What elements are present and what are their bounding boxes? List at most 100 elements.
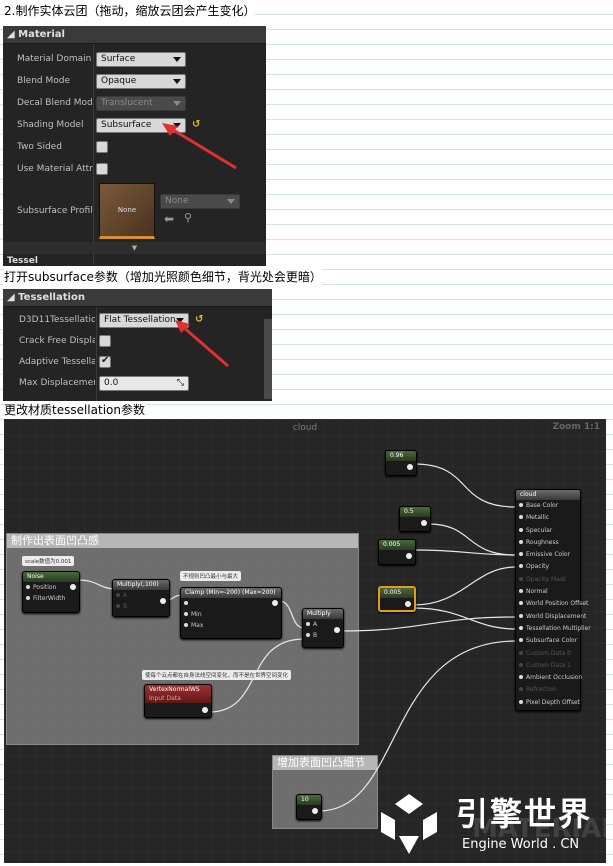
label-material-domain: Material Domain <box>17 54 92 64</box>
advanced-expand-toggle[interactable]: ▼ <box>3 242 266 254</box>
clamp-node-title: Clamp (Min=-200) (Max=200) <box>181 588 281 598</box>
material-graph-canvas[interactable]: cloud Zoom 1:1 制作出表面凹凸感 增加表面凹凸细节 scale数值… <box>4 419 606 863</box>
vertical-scrollbar[interactable] <box>264 319 272 399</box>
label-subsurface-profile: Subsurface Profile <box>17 206 93 216</box>
output-pin[interactable] <box>312 808 318 814</box>
multiply-100-title: Multiply(,100) <box>113 580 169 590</box>
browse-search-icon[interactable]: ⚲ <box>184 211 192 224</box>
engine-world-logo-icon <box>381 794 437 854</box>
decal-blend-mode-dropdown[interactable]: Translucent <box>96 96 186 111</box>
red-arrow-annotation-icon <box>175 320 229 368</box>
output-pin[interactable] <box>202 707 208 713</box>
label-crack-free: Crack Free Displacement <box>19 336 95 346</box>
result-node-title: cloud <box>516 490 580 500</box>
multiply-100-node[interactable]: Multiply(,100) A B <box>112 579 170 617</box>
label-adaptive-tessellation: Adaptive Tessellation <box>19 357 95 367</box>
tessellation-mode-value: Flat Tessellation <box>104 315 176 325</box>
caption-step2: 2.制作实体云团（拖动，缩放云团会产生变化） <box>4 3 256 19</box>
chevron-down-icon <box>173 79 181 84</box>
result-node-cloud[interactable]: cloud Base Color Metallic Specular Roughnes… <box>515 489 591 711</box>
result-pin[interactable]: Base Color <box>516 500 580 512</box>
result-pin[interactable]: Specular <box>516 525 580 537</box>
chevron-down-icon <box>173 101 181 106</box>
subsurface-profile-thumbnail[interactable]: None <box>99 183 155 239</box>
max-displacement-value: 0.0 <box>104 378 119 388</box>
subsurface-profile-dropdown[interactable]: None <box>160 194 240 209</box>
tooltip-clamp: 不规则凹凸最小与最大 <box>180 571 242 581</box>
red-arrow-annotation-icon <box>162 123 237 170</box>
row-decal-blend-mode: Decal Blend Mode Translucent <box>3 94 266 114</box>
chevron-down-icon <box>173 57 181 62</box>
output-pin[interactable] <box>421 520 427 526</box>
vertex-normal-title: VertexNormalWS <box>149 686 200 693</box>
adaptive-tessellation-checkbox[interactable] <box>99 355 111 368</box>
result-pin[interactable]: Subsurface Color <box>516 635 580 647</box>
decal-blend-mode-value: Translucent <box>101 98 153 108</box>
two-sided-checkbox[interactable] <box>96 141 108 153</box>
result-pin[interactable]: Custom Data 0 <box>516 648 580 660</box>
multiply-node[interactable]: Multiply A B <box>302 608 344 648</box>
logo-english-text: Engine World . CN <box>462 837 580 852</box>
use-material-attributes-checkbox[interactable] <box>96 163 108 175</box>
tooltip-scale: scale数值为0.001 <box>22 556 75 566</box>
constant-node-0005a[interactable]: 0.005 <box>378 539 416 565</box>
output-pin[interactable] <box>160 598 166 604</box>
constant-value: 0.005 <box>380 588 414 598</box>
clamp-node[interactable]: Clamp (Min=-200) (Max=200) Min Max <box>180 587 282 639</box>
shading-model-value: Subsurface <box>101 120 152 130</box>
result-pin[interactable]: World Position Offset <box>516 598 588 610</box>
result-pin[interactable]: Custom Data 1 <box>516 660 580 672</box>
output-pin[interactable] <box>406 553 412 559</box>
output-pin[interactable] <box>407 464 413 470</box>
blend-mode-value: Opaque <box>101 76 137 86</box>
result-pin[interactable]: Roughness <box>516 537 580 549</box>
max-displacement-input[interactable]: 0.0 ⤡ <box>99 376 189 391</box>
vertex-normal-ws-node[interactable]: VertexNormalWS Input Data <box>144 684 212 718</box>
constant-value: 0.5 <box>400 507 430 517</box>
material-domain-dropdown[interactable]: Surface <box>96 52 186 67</box>
constant-node-05[interactable]: 0.5 <box>399 506 431 532</box>
caption-tessellation: 更改材质tessellation参数 <box>4 402 145 418</box>
noise-node[interactable]: Noise Position FilterWidth <box>22 571 80 613</box>
output-pin[interactable] <box>272 600 278 606</box>
row-material-domain: Material Domain Surface <box>3 50 266 70</box>
pin-filterwidth[interactable]: FilterWidth <box>23 593 79 604</box>
output-pin[interactable] <box>405 601 411 607</box>
result-pin[interactable]: Opacity Mask <box>516 574 580 586</box>
label-shading-model: Shading Model <box>17 120 84 130</box>
pin-min[interactable]: Min <box>181 609 281 620</box>
row-blend-mode: Blend Mode Opaque <box>3 72 266 92</box>
result-pin[interactable]: World Displacement <box>516 611 586 623</box>
result-pin[interactable]: Ambient Occlusion <box>516 672 582 684</box>
multiply-node-title: Multiply <box>303 609 343 619</box>
pin-input[interactable] <box>181 598 281 609</box>
blend-mode-dropdown[interactable]: Opaque <box>96 74 186 89</box>
result-pin[interactable]: Normal <box>516 586 580 598</box>
constant-node-10[interactable]: 10 <box>296 794 322 820</box>
constant-node-0005b-selected[interactable]: 0.005 <box>378 586 416 612</box>
next-section-header-partial: Tessel <box>7 256 38 266</box>
constant-node-096[interactable]: 0.96 <box>385 450 417 476</box>
thumbnail-none-label: None <box>117 206 137 214</box>
result-pin[interactable]: Metallic <box>516 512 580 524</box>
resize-arrows-icon: ⤡ <box>176 378 184 388</box>
result-pin[interactable]: Tessellation Multiplier <box>516 623 591 635</box>
result-pin[interactable]: Refraction <box>516 684 580 696</box>
noise-node-title: Noise <box>23 572 79 582</box>
tessellation-section-header[interactable]: ◢ Tessellation <box>3 289 272 307</box>
use-selected-arrow-icon[interactable]: ⬅ <box>164 212 174 226</box>
material-section-header[interactable]: ◢ Material <box>3 26 266 44</box>
constant-value: 0.96 <box>386 451 416 461</box>
crack-free-checkbox[interactable] <box>99 335 111 347</box>
constant-value: 0.005 <box>379 540 415 550</box>
tooltip-vertex-normal: 使每个云点都在自身法线空间变化，而不是在世界空间变化 <box>142 670 292 680</box>
result-pin[interactable]: Opacity <box>516 561 580 573</box>
output-pin[interactable] <box>70 584 76 590</box>
output-pin[interactable] <box>334 627 340 633</box>
label-max-displacement: Max Displacement <box>19 378 95 388</box>
result-pin-list: Base Color Metallic Specular Roughness Emiss… <box>516 500 591 709</box>
result-pin[interactable]: Pixel Depth Offset <box>516 697 580 709</box>
result-pin[interactable]: Emissive Color <box>516 549 580 561</box>
pin-max[interactable]: Max <box>181 620 281 631</box>
caption-subsurface: 打开subsurface参数（增加光照颜色细节，背光处会更暗） <box>4 269 322 285</box>
